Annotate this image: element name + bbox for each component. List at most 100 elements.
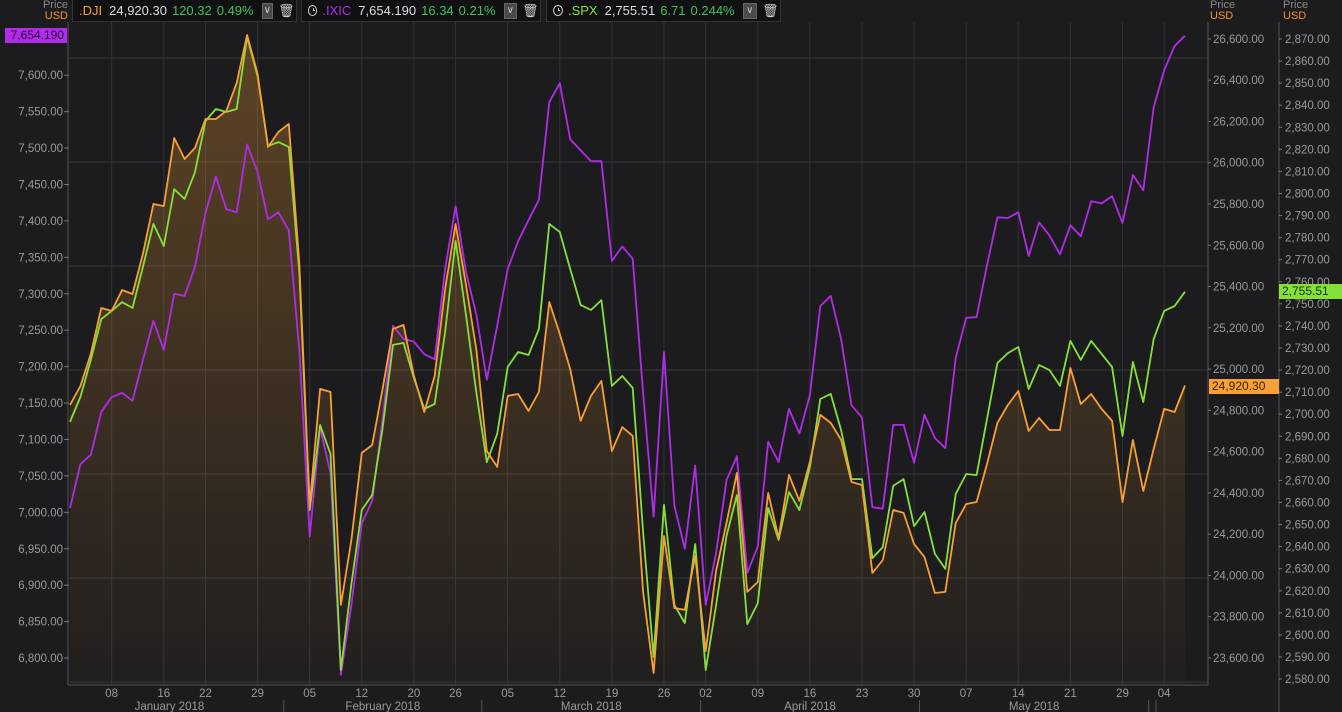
left-axis-label: 7,400.00	[18, 216, 63, 228]
left-axis-label: 6,800.00	[18, 653, 63, 665]
x-tick-label: 12	[553, 688, 566, 700]
left-axis-label: 7,000.00	[18, 507, 63, 519]
change-value: 6.71	[660, 3, 686, 18]
trash-icon[interactable]: 🗑	[522, 3, 539, 19]
change-percent: 0.49%	[216, 3, 254, 18]
right-axis-header: Price USD	[1283, 0, 1308, 22]
middle-axis-label: 24,200.00	[1213, 529, 1264, 541]
chevron-down-icon[interactable]: ∨	[742, 2, 757, 19]
x-tick-label: 07	[960, 688, 973, 700]
price-value: 2,755.51	[604, 3, 656, 18]
left-axis-label: 7,250.00	[18, 325, 63, 337]
right-axis-label: 2,810.00	[1285, 166, 1330, 178]
right-axis-label: 2,600.00	[1285, 630, 1330, 642]
right-axis-label: 2,650.00	[1285, 520, 1330, 532]
x-tick-label: 19	[605, 688, 618, 700]
x-tick-label: 21	[1064, 688, 1077, 700]
left-axis-label: 7,550.00	[18, 107, 63, 119]
x-tick-label: 05	[501, 688, 514, 700]
left-axis-header: Price USD	[40, 0, 68, 22]
right-axis-currency-label: USD	[1283, 10, 1307, 22]
x-tick-label: 14	[1012, 688, 1025, 700]
ticker-label[interactable]: .SPX	[568, 3, 598, 18]
month-label: February 2018	[345, 701, 420, 712]
x-tick-label: 12	[355, 688, 368, 700]
left-axis-label: 7,100.00	[18, 434, 63, 446]
middle-axis-label: 24,000.00	[1213, 570, 1264, 582]
left-axis-label: 7,500.00	[18, 143, 63, 155]
right-axis-label: 2,790.00	[1285, 211, 1330, 223]
ticker-label[interactable]: .IXIC	[322, 3, 351, 18]
dji-last-price-badge: 24,920.30	[1209, 379, 1279, 394]
x-tick-label: 04	[1158, 688, 1171, 700]
middle-axis-label: 25,600.00	[1213, 240, 1264, 252]
ticker-label[interactable]: .DJI	[79, 3, 102, 18]
middle-axis-label: 23,600.00	[1213, 653, 1264, 665]
right-axis-label: 2,800.00	[1285, 188, 1330, 200]
month-label: March 2018	[561, 701, 622, 712]
left-axis-label: 7,600.00	[18, 70, 63, 82]
right-axis-label: 2,840.00	[1285, 100, 1330, 112]
right-axis-label: 2,860.00	[1285, 56, 1330, 68]
instrument-chip-dji[interactable]: .DJI 24,920.30 120.32 0.49% ∨ 🗑	[72, 0, 297, 22]
middle-axis-label: 26,000.00	[1213, 158, 1264, 170]
change-value: 16.34	[421, 3, 454, 18]
left-axis-label: 6,950.00	[18, 544, 63, 556]
middle-axis-label: 23,800.00	[1213, 612, 1264, 624]
x-tick-label: 26	[449, 688, 462, 700]
right-axis-label: 2,730.00	[1285, 343, 1330, 355]
spx-last-price-badge: 2,755.51	[1279, 284, 1342, 299]
trash-icon[interactable]: 🗑	[762, 3, 779, 19]
right-axis-label: 2,620.00	[1285, 586, 1330, 598]
x-tick-label: 05	[303, 688, 316, 700]
right-axis-label: 2,610.00	[1285, 608, 1330, 620]
dji-area	[70, 35, 1185, 685]
middle-axis-label: 24,600.00	[1213, 447, 1264, 459]
right-axis-label: 2,710.00	[1285, 387, 1330, 399]
x-tick-label: 26	[658, 688, 671, 700]
change-value: 120.32	[171, 3, 212, 18]
change-percent: 0.21%	[458, 3, 496, 18]
right-axis-label: 2,680.00	[1285, 453, 1330, 465]
clock-icon	[308, 5, 318, 16]
price-value: 24,920.30	[109, 3, 167, 18]
instrument-chip-ixic[interactable]: .IXIC 7,654.190 16.34 0.21% ∨ 🗑	[301, 0, 541, 22]
date-axis: 08 16 22 29 05 12 20 26 05 12 19 26 02 09 16 23 30 07 14 21…	[105, 688, 1171, 712]
middle-axis-header: Price USD	[1210, 0, 1235, 22]
x-tick-label: 22	[199, 688, 212, 700]
right-axis-label: 2,690.00	[1285, 431, 1330, 443]
x-tick-label: 30	[908, 688, 921, 700]
left-axis-label: 7,300.00	[18, 289, 63, 301]
middle-axis-currency-label: USD	[1210, 10, 1234, 22]
left-axis-label: 6,850.00	[18, 617, 63, 629]
right-axis-label: 2,750.00	[1285, 299, 1330, 311]
middle-axis-label: 25,400.00	[1213, 282, 1264, 294]
middle-axis-label: 25,000.00	[1213, 364, 1264, 376]
right-axis-label: 2,630.00	[1285, 564, 1330, 576]
chevron-down-icon[interactable]: ∨	[503, 2, 517, 19]
price-chart[interactable]: 6,800.00 6,850.00 6,900.00 6,950.00 7,000.00…	[0, 0, 1342, 712]
right-axis-label: 2,720.00	[1285, 365, 1330, 377]
x-tick-label: 16	[803, 688, 816, 700]
chevron-down-icon[interactable]: ∨	[261, 2, 273, 19]
right-axis-label: 2,870.00	[1285, 34, 1330, 46]
middle-axis-label: 26,200.00	[1213, 116, 1264, 128]
middle-axis-label: 25,200.00	[1213, 323, 1264, 335]
middle-axis-label: 24,400.00	[1213, 488, 1264, 500]
left-axis-label: 7,050.00	[18, 471, 63, 483]
left-axis-label: 6,900.00	[18, 580, 63, 592]
right-axis-label: 2,740.00	[1285, 321, 1330, 333]
instrument-chip-spx[interactable]: .SPX 2,755.51 6.71 0.244% ∨ 🗑	[546, 0, 781, 22]
left-axis-label: 7,350.00	[18, 252, 63, 264]
x-tick-label: 23	[856, 688, 869, 700]
x-tick-label: 29	[1116, 688, 1129, 700]
middle-axis-label: 25,800.00	[1213, 199, 1264, 211]
right-axis-label: 2,700.00	[1285, 409, 1330, 421]
trash-icon[interactable]: 🗑	[278, 3, 295, 19]
price-value: 7,654.190	[358, 3, 417, 18]
series-layer	[69, 34, 1186, 685]
right-axis-label: 2,660.00	[1285, 497, 1330, 509]
left-axis-label: 7,450.00	[18, 179, 63, 191]
right-axis-label: 2,770.00	[1285, 255, 1330, 267]
x-tick-label: 09	[751, 688, 764, 700]
